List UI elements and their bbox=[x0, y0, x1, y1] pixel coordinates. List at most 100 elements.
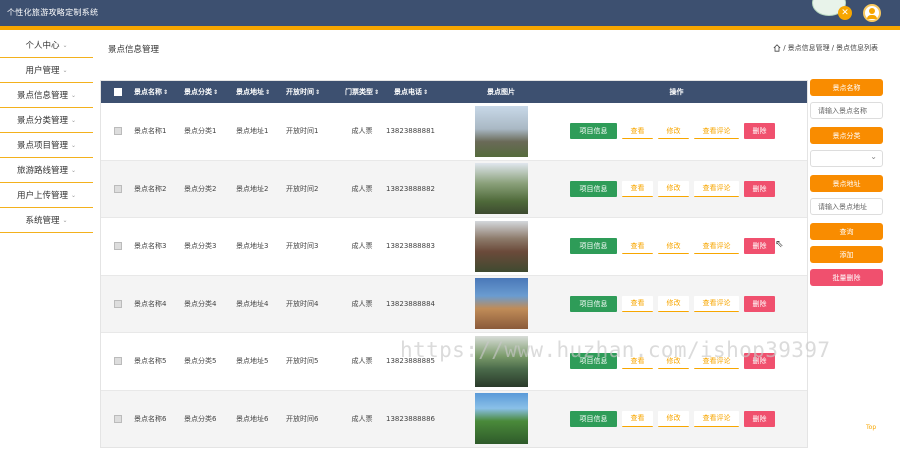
cell-open-time: 开放时间2 bbox=[286, 184, 319, 193]
scenic-thumbnail[interactable] bbox=[474, 335, 528, 387]
col-category-header[interactable]: 景点分类⇕ bbox=[184, 87, 236, 97]
sidebar-item[interactable]: 景点信息管理 ⌄ bbox=[0, 83, 93, 108]
cell-open-time: 开放时间6 bbox=[286, 414, 319, 423]
view-reviews-button[interactable]: 查看评论 bbox=[694, 410, 739, 427]
user-icon[interactable] bbox=[863, 4, 881, 22]
back-to-top-link[interactable]: Top bbox=[866, 424, 876, 431]
edit-button[interactable]: 修改 bbox=[658, 180, 689, 197]
app-title: 个性化旅游攻略定制系统 bbox=[7, 8, 99, 17]
cell-ticket: 成人票 bbox=[351, 357, 373, 366]
view-reviews-button[interactable]: 查看评论 bbox=[694, 238, 739, 255]
sidebar-item[interactable]: 旅游路线管理 ⌄ bbox=[0, 158, 93, 183]
cell-address: 景点地址3 bbox=[236, 242, 269, 251]
cell-phone: 13823888883 bbox=[386, 242, 435, 251]
col-name-header[interactable]: 景点名称⇕ bbox=[134, 87, 184, 97]
chevron-down-icon: ⌄ bbox=[62, 66, 68, 74]
row-checkbox[interactable] bbox=[113, 414, 122, 423]
view-button[interactable]: 查看 bbox=[622, 238, 653, 255]
table-row: 景点名称4 景点分类4 景点地址4 开放时间4 成人票 13823888884 项目信息 查看… bbox=[101, 275, 807, 333]
breadcrumb-item-1[interactable]: 景点信息管理 bbox=[788, 43, 830, 53]
scenic-thumbnail[interactable] bbox=[474, 220, 528, 272]
search-button[interactable]: 查询 bbox=[810, 223, 883, 240]
cell-name: 景点名称4 bbox=[134, 299, 167, 308]
row-checkbox[interactable] bbox=[113, 242, 122, 251]
select-all-checkbox[interactable] bbox=[113, 88, 122, 96]
scenic-thumbnail[interactable] bbox=[474, 105, 528, 157]
row-checkbox[interactable] bbox=[113, 184, 122, 193]
sidebar-item[interactable]: 景点项目管理 ⌄ bbox=[0, 133, 93, 158]
delete-button[interactable]: 删除 bbox=[744, 123, 775, 140]
sidebar-item[interactable]: 景点分类管理 ⌄ bbox=[0, 108, 93, 133]
scenic-thumbnail[interactable] bbox=[474, 278, 528, 330]
row-checkbox[interactable] bbox=[113, 127, 122, 136]
view-button[interactable]: 查看 bbox=[622, 410, 653, 427]
view-button[interactable]: 查看 bbox=[622, 353, 653, 370]
cell-open-time: 开放时间5 bbox=[286, 357, 319, 366]
row-checkbox[interactable] bbox=[113, 299, 122, 308]
view-reviews-button[interactable]: 查看评论 bbox=[694, 353, 739, 370]
cell-ticket: 成人票 bbox=[351, 242, 373, 251]
cell-phone: 13823888882 bbox=[386, 184, 435, 193]
project-info-button[interactable]: 项目信息 bbox=[570, 123, 617, 140]
edit-button[interactable]: 修改 bbox=[658, 410, 689, 427]
breadcrumb-sep: / bbox=[783, 44, 786, 52]
col-address-header[interactable]: 景点地址⇕ bbox=[236, 87, 286, 97]
chevron-down-icon: ⌄ bbox=[70, 166, 77, 174]
sidebar-item[interactable]: 个人中心 ⌄ bbox=[0, 33, 93, 58]
home-icon[interactable] bbox=[773, 44, 781, 52]
cell-category: 景点分类1 bbox=[184, 127, 217, 136]
col-image-header: 景点图片 bbox=[487, 88, 515, 96]
cell-address: 景点地址1 bbox=[236, 127, 269, 136]
data-table: 景点名称⇕ 景点分类⇕ 景点地址⇕ 开放时间⇕ 门票类型⇕ 景点电话⇕ 景点图片… bbox=[100, 80, 808, 448]
delete-button[interactable]: 删除 bbox=[744, 410, 775, 427]
search-panel: 景点名称 请输入景点名称 景点分类 景点地址 请输入景点地址 查询 添加 批量删… bbox=[810, 79, 883, 292]
close-icon[interactable]: ✕ bbox=[838, 6, 852, 20]
view-button[interactable]: 查看 bbox=[622, 295, 653, 312]
col-ticket-header[interactable]: 门票类型⇕ bbox=[338, 87, 386, 97]
table-row: 景点名称3 景点分类3 景点地址3 开放时间3 成人票 13823888883 项目信息 查看… bbox=[101, 218, 807, 276]
edit-button[interactable]: 修改 bbox=[658, 295, 689, 312]
view-reviews-button[interactable]: 查看评论 bbox=[694, 123, 739, 140]
view-button[interactable]: 查看 bbox=[622, 123, 653, 140]
project-info-button[interactable]: 项目信息 bbox=[570, 295, 617, 312]
batch-delete-button[interactable]: 批量删除 bbox=[810, 269, 883, 286]
sidebar-item-label: 景点信息管理 bbox=[16, 91, 68, 101]
delete-button[interactable]: 删除 bbox=[744, 295, 775, 312]
view-reviews-button[interactable]: 查看评论 bbox=[694, 180, 739, 197]
top-header: 个性化旅游攻略定制系统 ✕ bbox=[0, 0, 900, 26]
delete-button[interactable]: 删除 bbox=[744, 238, 775, 255]
category-label: 景点分类 bbox=[810, 127, 883, 144]
chevron-down-icon: ⌄ bbox=[70, 191, 77, 199]
project-info-button[interactable]: 项目信息 bbox=[570, 353, 617, 370]
col-opentime-header[interactable]: 开放时间⇕ bbox=[286, 87, 338, 97]
category-select[interactable] bbox=[810, 150, 883, 167]
scenic-thumbnail[interactable] bbox=[474, 163, 528, 215]
add-button[interactable]: 添加 bbox=[810, 246, 883, 263]
chevron-down-icon: ⌄ bbox=[70, 116, 77, 124]
chevron-down-icon: ⌄ bbox=[62, 216, 68, 224]
breadcrumb-sep: / bbox=[831, 44, 834, 52]
table-header: 景点名称⇕ 景点分类⇕ 景点地址⇕ 开放时间⇕ 门票类型⇕ 景点电话⇕ 景点图片… bbox=[101, 81, 807, 103]
cell-phone: 13823888886 bbox=[386, 414, 435, 423]
view-reviews-button[interactable]: 查看评论 bbox=[694, 295, 739, 312]
address-search-input[interactable]: 请输入景点地址 bbox=[810, 198, 883, 215]
project-info-button[interactable]: 项目信息 bbox=[570, 180, 617, 197]
edit-button[interactable]: 修改 bbox=[658, 353, 689, 370]
delete-button[interactable]: 删除 bbox=[744, 353, 775, 370]
view-button[interactable]: 查看 bbox=[622, 180, 653, 197]
edit-button[interactable]: 修改 bbox=[658, 123, 689, 140]
project-info-button[interactable]: 项目信息 bbox=[570, 410, 617, 427]
cell-ticket: 成人票 bbox=[351, 414, 373, 423]
edit-button[interactable]: 修改 bbox=[658, 238, 689, 255]
sidebar-item[interactable]: 用户管理 ⌄ bbox=[0, 58, 93, 83]
delete-button[interactable]: 删除 bbox=[744, 180, 775, 197]
sidebar-item[interactable]: 用户上传管理 ⌄ bbox=[0, 183, 93, 208]
sidebar-item[interactable]: 系统管理 ⌄ bbox=[0, 208, 93, 233]
name-label: 景点名称 bbox=[810, 79, 883, 96]
row-checkbox[interactable] bbox=[113, 357, 122, 366]
scenic-thumbnail[interactable] bbox=[474, 393, 528, 445]
mouse-cursor-icon: ⇖ bbox=[775, 239, 784, 250]
col-phone-header[interactable]: 景点电话⇕ bbox=[386, 87, 456, 97]
project-info-button[interactable]: 项目信息 bbox=[570, 238, 617, 255]
name-search-input[interactable]: 请输入景点名称 bbox=[810, 102, 883, 119]
